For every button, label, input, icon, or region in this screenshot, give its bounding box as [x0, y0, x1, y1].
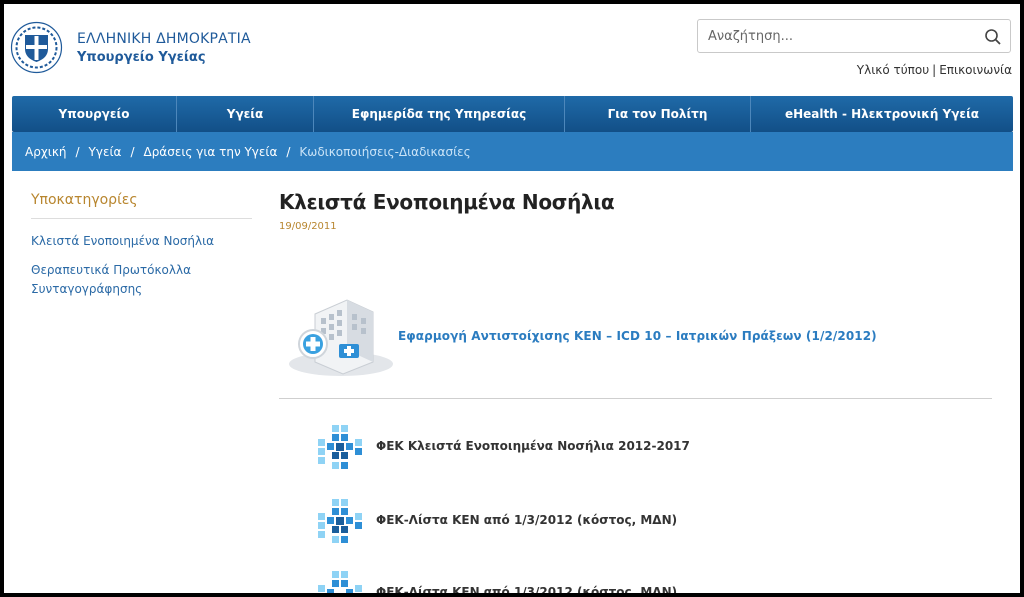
sidebar-divider: [31, 218, 252, 219]
document-title[interactable]: ΦΕΚ-Λίστα ΚΕΝ από 1/3/2012 (κόστος, ΜΔΝ): [376, 513, 677, 527]
search-input[interactable]: [698, 20, 988, 52]
breadcrumb: Αρχική / Υγεία / Δράσεις για την Υγεία /…: [12, 132, 1013, 171]
main-nav: Υπουργείο Υγεία Εφημερίδα της Υπηρεσίας …: [12, 96, 1013, 132]
breadcrumb-current: Κωδικοποιήσεις-Διαδικασίες: [299, 144, 471, 159]
document-title[interactable]: ΦΕΚ Κλειστά Ενοποιημένα Νοσήλια 2012-201…: [376, 439, 690, 453]
contact-link[interactable]: Επικοινωνία: [939, 63, 1012, 77]
search-box: [697, 19, 1011, 53]
top-links: Υλικό τύπου | Επικοινωνία: [857, 63, 1012, 77]
page: ΕΛΛΗΝΙΚΗ ΔΗΜΟΚΡΑΤΙΑ Υπουργείο Υγείας Υλι…: [4, 4, 1020, 593]
breadcrumb-health[interactable]: Υγεία: [89, 145, 122, 159]
app-mapping-link[interactable]: Εφαρμογή Αντιστοίχισης ΚΕΝ – ICD 10 – Ια…: [398, 329, 877, 343]
search-icon[interactable]: [984, 28, 1002, 46]
document-item[interactable]: ΦΕΚ-Λίστα ΚΕΝ από 1/3/2012 (κόστος, ΜΔΝ): [317, 570, 917, 593]
top-links-separator: |: [932, 63, 937, 77]
nav-item-health[interactable]: Υγεία: [177, 96, 314, 132]
breadcrumb-separator: /: [75, 144, 80, 159]
document-title[interactable]: ΦΕΚ-Λίστα ΚΕΝ από 1/3/2012 (κόστος, ΜΔΝ): [376, 585, 677, 593]
breadcrumb-home[interactable]: Αρχική: [25, 145, 67, 159]
nav-item-citizen[interactable]: Για τον Πολίτη: [565, 96, 751, 132]
nav-item-ehealth[interactable]: eHealth - Ηλεκτρονική Υγεία: [751, 96, 1013, 132]
ministry-name: Υπουργείο Υγείας: [77, 50, 206, 65]
content-divider: [279, 398, 992, 399]
document-item[interactable]: ΦΕΚ Κλειστά Ενοποιημένα Νοσήλια 2012-201…: [317, 424, 917, 470]
publish-date: 19/09/2011: [279, 221, 337, 232]
page-title: Κλειστά Ενοποιημένα Νοσήλια: [279, 190, 615, 214]
nav-item-ministry[interactable]: Υπουργείο: [12, 96, 177, 132]
greek-coat-of-arms-icon[interactable]: [10, 21, 63, 74]
document-item[interactable]: ΦΕΚ-Λίστα ΚΕΝ από 1/3/2012 (κόστος, ΜΔΝ): [317, 498, 917, 544]
medical-cross-icon: [318, 571, 362, 593]
medical-cross-icon: [318, 425, 362, 469]
org-name: ΕΛΛΗΝΙΚΗ ΔΗΜΟΚΡΑΤΙΑ: [77, 31, 251, 47]
sidebar-title: Υποκατηγορίες: [31, 192, 138, 208]
nav-item-gazette[interactable]: Εφημερίδα της Υπηρεσίας: [314, 96, 565, 132]
medical-cross-icon: [318, 499, 362, 543]
sidebar-item-ken[interactable]: Κλειστά Ενοποιημένα Νοσήλια: [31, 232, 231, 251]
breadcrumb-separator: /: [286, 144, 291, 159]
breadcrumb-actions[interactable]: Δράσεις για την Υγεία: [143, 145, 277, 159]
press-link[interactable]: Υλικό τύπου: [857, 63, 929, 77]
breadcrumb-separator: /: [130, 144, 135, 159]
hospital-building-icon[interactable]: [285, 294, 398, 378]
sidebar-item-protocols[interactable]: Θεραπευτικά Πρωτόκολλα Συνταγογράφησης: [31, 261, 191, 299]
